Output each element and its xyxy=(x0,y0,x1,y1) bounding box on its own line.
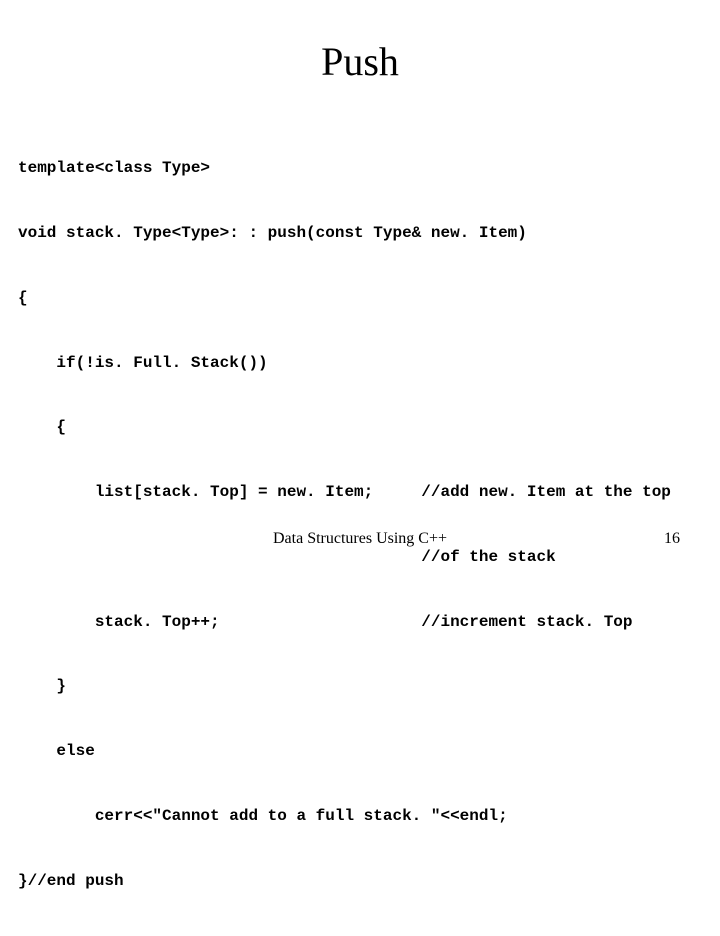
code-line: }//end push xyxy=(18,871,710,893)
code-line: cerr<<"Cannot add to a full stack. "<<en… xyxy=(18,806,710,828)
code-line: } xyxy=(18,676,710,698)
page-number: 16 xyxy=(664,530,680,548)
footer-text: Data Structures Using C++ xyxy=(0,530,720,548)
slide: Push template<class Type> void stack. Ty… xyxy=(0,38,720,578)
code-line: list[stack. Top] = new. Item; //add new.… xyxy=(18,482,710,504)
code-line: if(!is. Full. Stack()) xyxy=(18,353,710,375)
code-line: //of the stack xyxy=(18,547,710,569)
code-block: template<class Type> void stack. Type<Ty… xyxy=(18,115,710,936)
code-line: { xyxy=(18,417,710,439)
code-line: { xyxy=(18,288,710,310)
code-line: template<class Type> xyxy=(18,158,710,180)
code-line: stack. Top++; //increment stack. Top xyxy=(18,612,710,634)
slide-title: Push xyxy=(0,38,720,85)
code-line: void stack. Type<Type>: : push(const Typ… xyxy=(18,223,710,245)
code-line: else xyxy=(18,741,710,763)
